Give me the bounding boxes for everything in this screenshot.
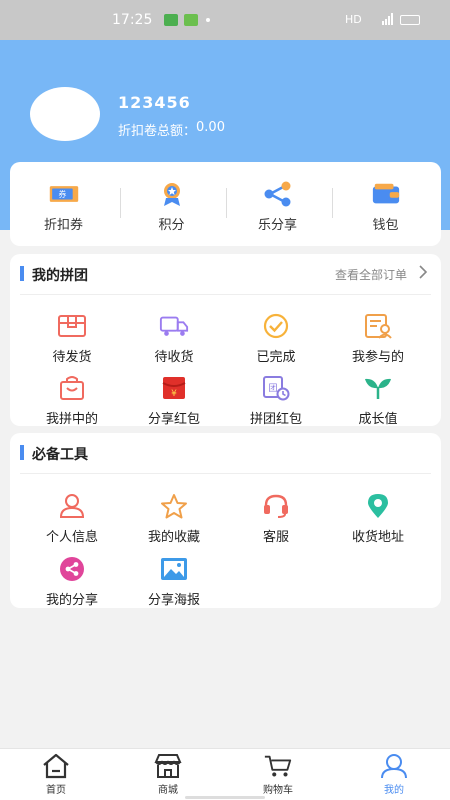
status-time: 17:25 [112, 12, 153, 28]
signal-icon [382, 13, 393, 25]
group-buying-card: 我的拼团 查看全部订单 待发货 待收货 已完成 我参与的 我拼中的 ¥ 分享红包… [10, 254, 441, 427]
svg-text:¥: ¥ [171, 389, 177, 399]
essential-tools-card: 必备工具 个人信息 我的收藏 客服 收货地址 我的分享 分享海报 [10, 433, 441, 608]
dot-icon [206, 18, 210, 22]
tool-item-label: 分享海报 [147, 593, 200, 608]
section-title: 必备工具 [32, 447, 88, 463]
quick-link-label: 折扣券 [43, 218, 83, 233]
pending-ship-icon [58, 315, 86, 337]
view-all-orders-link[interactable]: 查看全部订单 [335, 266, 407, 283]
store-icon [154, 754, 182, 778]
tool-item-poster[interactable]: 分享海报 [124, 555, 224, 617]
nav-label: 购物车 [263, 785, 293, 796]
headset-icon [264, 494, 288, 518]
group-item-pending-ship[interactable]: 待发货 [22, 312, 122, 374]
divider [20, 294, 431, 295]
coupon-icon: 券 [49, 186, 78, 202]
tool-item-label: 个人信息 [45, 530, 98, 545]
group-item-label: 我拼中的 [45, 412, 98, 427]
home-icon [43, 753, 69, 779]
person-icon [59, 494, 85, 518]
tool-item-support[interactable]: 客服 [226, 492, 326, 554]
tool-item-address[interactable]: 收货地址 [328, 492, 428, 554]
group-item-group-envelope[interactable]: 团 拼团红包 [226, 374, 326, 436]
nav-label: 商城 [158, 785, 178, 796]
message-icon [184, 14, 198, 26]
group-item-growth[interactable]: 成长值 [328, 374, 428, 436]
quick-link-share[interactable]: 乐分享 [224, 162, 331, 246]
share-icon [264, 181, 290, 207]
quick-link-label: 乐分享 [257, 218, 297, 233]
chevron-right-icon[interactable] [415, 264, 431, 280]
share-circle-icon [60, 557, 84, 581]
tool-item-favorites[interactable]: 我的收藏 [124, 492, 224, 554]
home-indicator [185, 796, 265, 799]
nav-home[interactable]: 首页 [16, 753, 96, 799]
user-icon [381, 754, 407, 779]
tool-item-my-shares[interactable]: 我的分享 [22, 555, 122, 617]
participated-icon [365, 314, 392, 339]
group-item-label: 已完成 [256, 350, 296, 365]
tool-item-label: 我的收藏 [147, 530, 200, 545]
avatar[interactable] [30, 87, 100, 141]
divider [20, 473, 431, 474]
group-item-label: 成长值 [358, 412, 398, 427]
quick-link-coupon[interactable]: 券 折扣券 [10, 162, 117, 246]
delivery-truck-icon [159, 316, 189, 336]
group-item-my-groups[interactable]: 我拼中的 [22, 374, 122, 436]
notification-icon [164, 14, 178, 26]
group-item-label: 待收货 [154, 350, 194, 365]
quick-link-label: 积分 [158, 218, 185, 233]
cart-icon [264, 755, 292, 777]
svg-text:券: 券 [58, 189, 66, 199]
tool-item-label: 我的分享 [45, 593, 98, 608]
star-icon [161, 494, 187, 519]
section-title: 我的拼团 [32, 268, 88, 284]
poster-icon [161, 558, 187, 580]
group-envelope-icon: 团 [263, 376, 290, 401]
coupon-total: 折扣卷总额： 0.00 [118, 120, 225, 139]
group-item-participated[interactable]: 我参与的 [328, 312, 428, 374]
nav-cart[interactable]: 购物车 [238, 753, 318, 799]
battery-icon [400, 15, 420, 25]
group-item-share-envelope[interactable]: ¥ 分享红包 [124, 374, 224, 436]
coupon-total-label: 折扣卷总额： [118, 124, 197, 139]
group-item-completed[interactable]: 已完成 [226, 312, 326, 374]
section-accent-bar [20, 266, 24, 281]
shopping-bag-icon [60, 376, 84, 400]
svg-text:团: 团 [268, 383, 277, 394]
coupon-total-value: 0.00 [196, 120, 225, 135]
nav-label: 首页 [46, 785, 66, 796]
tool-item-label: 收货地址 [351, 530, 404, 545]
wallet-icon [372, 183, 399, 204]
quick-link-label: 钱包 [372, 218, 399, 233]
tool-item-label: 客服 [262, 530, 289, 545]
group-item-label: 拼团红包 [249, 412, 302, 427]
group-item-pending-receive[interactable]: 待收货 [124, 312, 224, 374]
points-icon [163, 183, 180, 206]
quick-links-card: 券 折扣券 积分 乐分享 钱包 [10, 162, 441, 246]
group-item-label: 分享红包 [147, 412, 200, 427]
group-item-label: 待发货 [52, 350, 92, 365]
sprout-icon [365, 378, 391, 399]
quick-link-wallet[interactable]: 钱包 [332, 162, 439, 246]
red-envelope-icon: ¥ [162, 377, 186, 399]
completed-icon [263, 313, 289, 339]
network-label: HD [345, 13, 362, 26]
location-icon [368, 494, 388, 518]
status-bar: 17:25 HD [0, 0, 450, 40]
bottom-nav: 首页 商城 购物车 我的 [0, 748, 450, 800]
nav-label: 我的 [384, 785, 404, 796]
nav-store[interactable]: 商城 [128, 753, 208, 799]
group-item-label: 我参与的 [351, 350, 404, 365]
tool-item-profile[interactable]: 个人信息 [22, 492, 122, 554]
username: 123456 [118, 93, 191, 112]
quick-link-points[interactable]: 积分 [118, 162, 225, 246]
nav-mine[interactable]: 我的 [354, 753, 434, 799]
section-accent-bar [20, 445, 24, 460]
